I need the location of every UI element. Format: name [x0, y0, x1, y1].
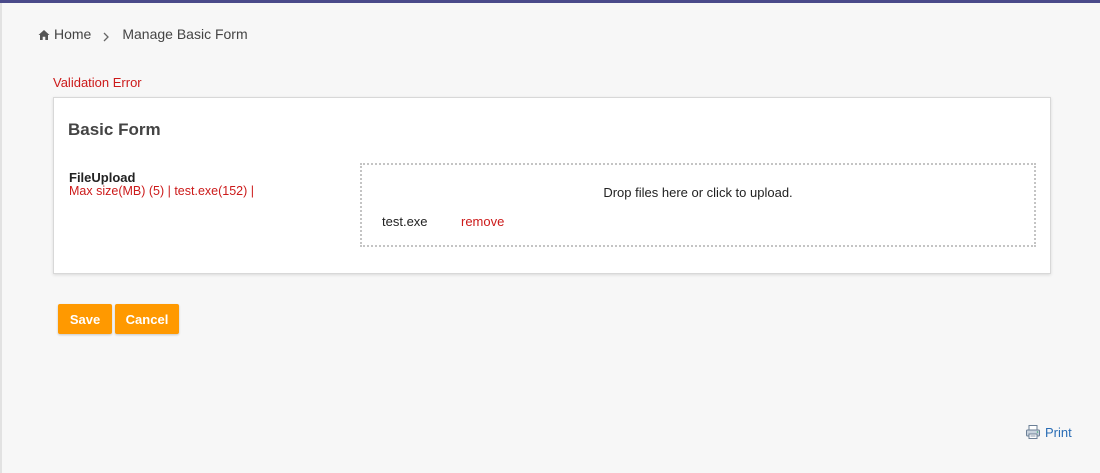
- remove-file-link[interactable]: remove: [461, 214, 504, 229]
- top-accent-bar: [0, 0, 1100, 3]
- left-border: [0, 3, 2, 473]
- uploaded-file-name: test.exe: [382, 214, 428, 229]
- dropzone-message: Drop files here or click to upload.: [603, 185, 793, 200]
- print-label: Print: [1045, 424, 1072, 440]
- validation-error-message: Validation Error: [53, 75, 142, 90]
- chevron-right-icon: [102, 29, 110, 42]
- save-button[interactable]: Save: [58, 304, 112, 334]
- form-title: Basic Form: [68, 120, 161, 139]
- breadcrumb-home-link[interactable]: Home: [54, 26, 91, 42]
- print-icon: [1025, 424, 1041, 440]
- file-upload-label: FileUpload: [69, 170, 136, 185]
- breadcrumb: Home Manage Basic Form: [38, 26, 248, 42]
- file-dropzone[interactable]: Drop files here or click to upload. test…: [360, 163, 1036, 247]
- file-upload-error: Max size(MB) (5) | test.exe(152) |: [69, 184, 255, 198]
- cancel-button[interactable]: Cancel: [115, 304, 179, 334]
- print-link[interactable]: Print: [1025, 424, 1072, 440]
- home-icon[interactable]: [38, 28, 50, 40]
- basic-form-card: Basic Form FileUpload Max size(MB) (5) |…: [53, 97, 1051, 274]
- breadcrumb-current: Manage Basic Form: [122, 26, 248, 42]
